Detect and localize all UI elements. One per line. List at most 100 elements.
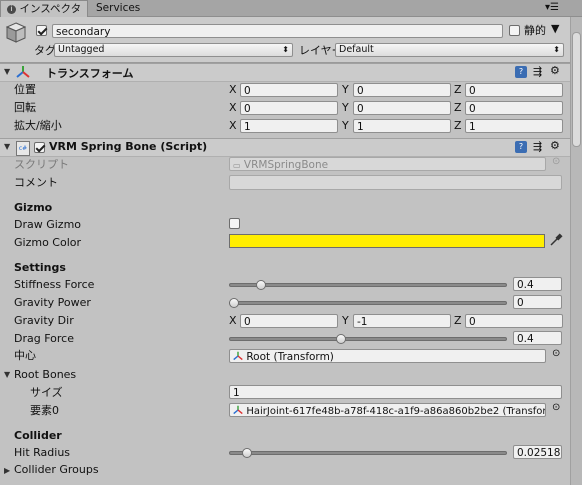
- help-icon[interactable]: ?: [515, 141, 527, 153]
- axis-z-label: Z: [454, 83, 462, 96]
- scale-x-field[interactable]: 1: [240, 119, 338, 133]
- foldout-expanded-icon[interactable]: ▼: [4, 142, 10, 151]
- foldout-expanded-icon[interactable]: ▼: [4, 370, 10, 379]
- root-bone-element0-value: HairJoint-617fe48b-a78f-418c-a1f9-a86a86…: [246, 406, 546, 417]
- spring-bone-title: VRM Spring Bone (Script): [49, 140, 208, 153]
- gizmo-color-label: Gizmo Color: [14, 236, 82, 249]
- stiffness-label: Stiffness Force: [14, 278, 95, 291]
- hit-radius-value-field[interactable]: 0.025187: [513, 445, 562, 459]
- gear-icon[interactable]: ⚙: [550, 139, 560, 152]
- axis-x-label: X: [229, 101, 237, 114]
- gravity-power-value-field[interactable]: 0: [513, 295, 562, 309]
- collider-section-title: Collider: [14, 429, 62, 442]
- drag-force-label: Drag Force: [14, 332, 74, 345]
- stiffness-slider-thumb[interactable]: [255, 280, 266, 290]
- root-bones-size-field[interactable]: 1: [229, 385, 562, 399]
- axis-x-label: X: [229, 83, 237, 96]
- static-checkbox[interactable]: [509, 25, 520, 36]
- gameobject-cube-icon: [5, 22, 27, 44]
- tag-label: タグ: [34, 44, 56, 57]
- gravity-power-slider-track[interactable]: [229, 301, 507, 305]
- drag-force-slider-track[interactable]: [229, 337, 507, 341]
- eyedropper-icon[interactable]: [549, 233, 563, 247]
- help-icon[interactable]: ?: [515, 66, 527, 78]
- component-enabled-checkbox[interactable]: [34, 142, 45, 153]
- root-bones-size-label: サイズ: [30, 386, 63, 399]
- preset-icon[interactable]: ⇶: [533, 65, 542, 78]
- comment-field[interactable]: [229, 175, 562, 190]
- axis-y-label: Y: [342, 83, 349, 96]
- position-z-field[interactable]: 0: [465, 83, 563, 97]
- rotation-z-field[interactable]: 0: [465, 101, 563, 115]
- script-label: スクリプト: [14, 158, 69, 171]
- rotation-x-field[interactable]: 0: [240, 101, 338, 115]
- comment-label: コメント: [14, 176, 58, 189]
- gravity-dir-y-field[interactable]: -1: [353, 314, 451, 328]
- static-label: 静的: [524, 24, 546, 37]
- axis-y-label: Y: [342, 101, 349, 114]
- layer-dropdown[interactable]: Default ⬍: [335, 43, 564, 57]
- gravity-dir-x-field[interactable]: 0: [240, 314, 338, 328]
- root-bones-label: Root Bones: [14, 368, 77, 381]
- script-icon: c#: [16, 141, 30, 156]
- axis-z-label: Z: [454, 314, 462, 327]
- gravity-dir-label: Gravity Dir: [14, 314, 74, 327]
- axis-y-label: Y: [342, 119, 349, 132]
- scrollbar-thumb[interactable]: [572, 32, 581, 147]
- axis-z-label: Z: [454, 101, 462, 114]
- draw-gizmo-label: Draw Gizmo: [14, 218, 82, 231]
- static-dropdown-icon[interactable]: ▼: [551, 22, 559, 35]
- tag-value: Untagged: [58, 44, 105, 55]
- tab-inspector[interactable]: i インスペクター: [0, 0, 88, 31]
- tab-services-label: Services: [96, 2, 141, 14]
- position-label: 位置: [14, 83, 36, 96]
- axis-x-label: X: [229, 119, 237, 132]
- foldout-expanded-icon[interactable]: ▼: [4, 67, 10, 76]
- chevron-updown-icon: ⬍: [553, 45, 560, 54]
- root-bone-element0-field[interactable]: HairJoint-617fe48b-a78f-418c-a1f9-a86a86…: [229, 403, 546, 417]
- foldout-collapsed-icon[interactable]: ▶: [4, 466, 10, 475]
- stiffness-slider-track[interactable]: [229, 283, 507, 287]
- axis-z-label: Z: [454, 119, 462, 132]
- tab-menu-icon[interactable]: ▾☰: [545, 2, 559, 13]
- layer-value: Default: [339, 44, 374, 55]
- axis-x-label: X: [229, 314, 237, 327]
- gear-icon[interactable]: ⚙: [550, 64, 560, 77]
- transform-axes-icon: [233, 405, 243, 415]
- transform-axes-icon: [233, 351, 243, 361]
- gizmo-section-title: Gizmo: [14, 201, 53, 214]
- hit-radius-slider-track[interactable]: [229, 451, 507, 455]
- script-file-icon: ▭: [233, 161, 241, 170]
- draw-gizmo-checkbox[interactable]: [229, 218, 240, 229]
- position-y-field[interactable]: 0: [353, 83, 451, 97]
- drag-force-slider-thumb[interactable]: [336, 334, 347, 344]
- preset-icon[interactable]: ⇶: [533, 140, 542, 153]
- gizmo-color-swatch[interactable]: [229, 234, 545, 248]
- transform-title: トランスフォーム: [46, 67, 134, 80]
- tag-dropdown[interactable]: Untagged ⬍: [54, 43, 293, 57]
- axis-y-label: Y: [342, 314, 349, 327]
- active-checkbox[interactable]: [36, 25, 47, 36]
- tab-services[interactable]: Services: [90, 0, 146, 16]
- hit-radius-slider-thumb[interactable]: [242, 448, 253, 458]
- scale-z-field[interactable]: 1: [465, 119, 563, 133]
- info-icon: i: [7, 4, 16, 14]
- gravity-dir-z-field[interactable]: 0: [465, 314, 563, 328]
- rotation-label: 回転: [14, 101, 36, 114]
- object-picker-icon[interactable]: ⊙: [552, 348, 560, 359]
- collider-groups-label: Collider Groups: [14, 463, 99, 476]
- settings-section-title: Settings: [14, 261, 66, 274]
- center-object-field[interactable]: Root (Transform): [229, 349, 546, 363]
- root-bone-element0-label: 要素0: [30, 404, 59, 417]
- transform-axes-icon: [16, 65, 30, 79]
- position-x-field[interactable]: 0: [240, 83, 338, 97]
- object-picker-icon[interactable]: ⊙: [552, 402, 560, 413]
- gravity-power-slider-thumb[interactable]: [229, 298, 239, 308]
- hit-radius-label: Hit Radius: [14, 446, 71, 459]
- rotation-y-field[interactable]: 0: [353, 101, 451, 115]
- object-name-input[interactable]: secondary: [52, 24, 503, 38]
- gravity-power-label: Gravity Power: [14, 296, 91, 309]
- stiffness-value-field[interactable]: 0.4: [513, 277, 562, 291]
- drag-force-value-field[interactable]: 0.4: [513, 331, 562, 345]
- scale-y-field[interactable]: 1: [353, 119, 451, 133]
